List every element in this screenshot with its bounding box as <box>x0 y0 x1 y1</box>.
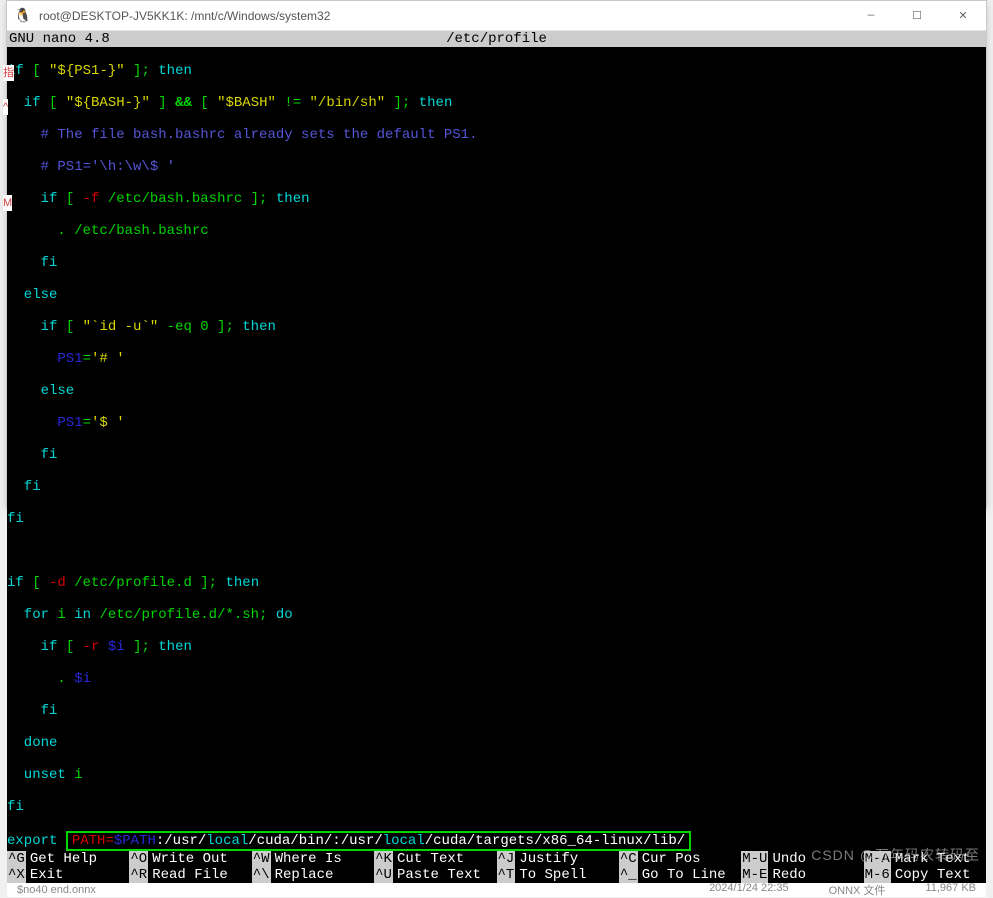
explorer-statusbar: $no40 end.onnx 2024/1/24 22:35 ONNX 文件 1… <box>7 883 986 897</box>
side-marker: 指 <box>3 65 14 81</box>
maximize-button[interactable]: ☐ <box>894 1 940 31</box>
shortcut-curpos[interactable]: ^CCur Pos <box>619 851 741 867</box>
status-date: 2024/1/24 22:35 <box>709 882 789 898</box>
shortcut-copy[interactable]: M-6Copy Text <box>864 867 986 883</box>
editor-name: GNU nano 4.8 <box>7 31 110 47</box>
shortcut-goto[interactable]: ^_Go To Line <box>619 867 741 883</box>
shortcut-exit[interactable]: ^XExit <box>7 867 129 883</box>
penguin-icon: 🐧 <box>15 8 31 24</box>
shortcut-readfile[interactable]: ^RRead File <box>129 867 251 883</box>
status-type: ONNX 文件 <box>829 882 886 898</box>
status-size: 11,967 KB <box>925 882 976 898</box>
close-button[interactable]: ✕ <box>940 1 986 31</box>
shortcut-cut[interactable]: ^KCut Text <box>374 851 496 867</box>
shortcut-paste[interactable]: ^UPaste Text <box>374 867 496 883</box>
editor-content[interactable]: if [ "${PS1-}" ]; then if [ "${BASH-}" ]… <box>7 47 986 883</box>
shortcut-row-2: ^XExit ^RRead File ^\Replace ^UPaste Tex… <box>7 867 986 883</box>
window-titlebar: 🐧 root@DESKTOP-JV5KK1K: /mnt/c/Windows/s… <box>7 1 986 31</box>
shortcut-justify[interactable]: ^JJustify <box>497 851 619 867</box>
minimize-button[interactable]: — <box>848 1 894 31</box>
terminal-area[interactable]: 指 ^ M GNU nano 4.8 /etc/profile if [ "${… <box>7 31 986 883</box>
window-title: root@DESKTOP-JV5KK1K: /mnt/c/Windows/sys… <box>39 9 848 23</box>
watermark-text: CSDN @万年码农转码至 <box>811 847 980 863</box>
editor-filename: /etc/profile <box>446 31 547 47</box>
app-window: 🐧 root@DESKTOP-JV5KK1K: /mnt/c/Windows/s… <box>6 0 987 508</box>
shortcut-whereis[interactable]: ^WWhere Is <box>252 851 374 867</box>
shortcut-writeout[interactable]: ^OWrite Out <box>129 851 251 867</box>
shortcut-spell[interactable]: ^TTo Spell <box>497 867 619 883</box>
side-marker: ^ <box>3 99 8 115</box>
shortcut-help[interactable]: ^GGet Help <box>7 851 129 867</box>
side-marker: M <box>3 195 12 211</box>
window-controls: — ☐ ✕ <box>848 1 986 31</box>
editor-header: GNU nano 4.8 /etc/profile <box>7 31 986 47</box>
export-path-highlight: PATH=$PATH:/usr/local/cuda/bin/:/usr/loc… <box>66 831 691 851</box>
shortcut-replace[interactable]: ^\Replace <box>252 867 374 883</box>
shortcut-redo[interactable]: M-ERedo <box>741 867 863 883</box>
status-filename: $no40 end.onnx <box>17 884 96 896</box>
